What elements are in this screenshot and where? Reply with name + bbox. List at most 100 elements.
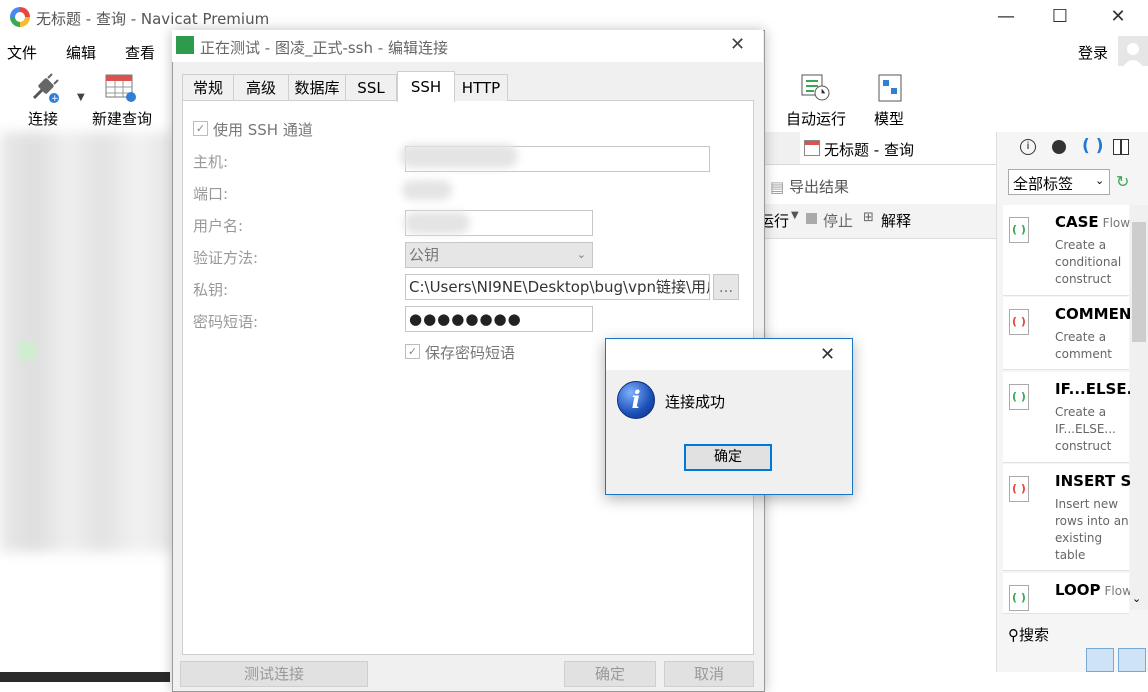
- username-redacted: [404, 212, 470, 234]
- messagebox-text: 连接成功: [665, 393, 726, 411]
- export-icon: ▤: [770, 178, 789, 196]
- status-bar: [0, 672, 170, 682]
- save-passphrase-checkbox[interactable]: ✓: [405, 344, 420, 359]
- code-snippet-icon[interactable]: ( ): [1082, 136, 1103, 156]
- tab-ssl[interactable]: SSL: [345, 74, 397, 101]
- maximize-button[interactable]: ☐: [1048, 6, 1072, 28]
- dialog-ok-button[interactable]: 确定: [564, 661, 656, 687]
- explain-icon: ⊞: [863, 210, 874, 225]
- navicat-logo-icon: [10, 7, 30, 27]
- menu-view[interactable]: 查看: [125, 42, 155, 63]
- port-redacted: [402, 180, 452, 200]
- connect-plug-icon[interactable]: +: [28, 72, 62, 104]
- snippet-item-loop[interactable]: ( ) LOOP Flow: [1003, 573, 1132, 614]
- private-key-label: 私钥:: [193, 281, 229, 299]
- passphrase-label: 密码短语:: [193, 313, 259, 331]
- use-ssh-checkbox[interactable]: ✓: [193, 121, 208, 136]
- panel-right-toggle[interactable]: [1118, 648, 1146, 672]
- minimize-button[interactable]: —: [994, 6, 1018, 28]
- menu-edit[interactable]: 编辑: [66, 42, 96, 63]
- tag-filter-value: 全部标签: [1013, 175, 1074, 193]
- stop-icon: [806, 213, 817, 224]
- save-passphrase-label: 保存密码短语: [425, 344, 516, 362]
- snippet-item-ifelse[interactable]: ( ) IF...ELSE... Create a IF...ELSE... c…: [1003, 372, 1144, 463]
- model-button[interactable]: 模型: [874, 108, 904, 129]
- info-icon: i: [617, 381, 655, 419]
- connect-dropdown-icon[interactable]: ▼: [77, 92, 85, 103]
- snippet-item-comment[interactable]: ( ) COMMEN Create a comment: [1003, 297, 1132, 370]
- snippet-title: LOOP Flow: [1055, 581, 1132, 599]
- snippet-desc: Insert new rows into an existing table: [1055, 497, 1129, 562]
- passphrase-input[interactable]: ●●●●●●●●: [405, 306, 593, 332]
- new-query-icon[interactable]: [104, 73, 138, 103]
- eye-icon[interactable]: [1052, 140, 1066, 154]
- connection-tree-blurred: [0, 132, 172, 672]
- snippet-title: COMMEN: [1055, 305, 1132, 323]
- snippet-file-icon: ( ): [1009, 217, 1029, 243]
- snippet-desc: Create a comment: [1055, 330, 1113, 361]
- tag-filter-select[interactable]: 全部标签 ⌄: [1008, 169, 1110, 195]
- dialog-cancel-button[interactable]: 取消: [664, 661, 754, 687]
- new-query-button[interactable]: 新建查询: [92, 108, 152, 129]
- snippet-item-case[interactable]: ( ) CASE Flow Create a conditional constr…: [1003, 205, 1131, 296]
- dialog-title: 正在测试 - 图凌_正式-ssh - 编辑连接: [200, 39, 448, 57]
- snippet-title: CASE Flow: [1055, 213, 1131, 231]
- navicat-dialog-icon: [176, 36, 194, 54]
- tab-advanced[interactable]: 高级: [233, 74, 289, 101]
- connect-button[interactable]: 连接: [28, 108, 58, 129]
- auto-run-button[interactable]: 自动运行: [786, 108, 846, 129]
- snippet-file-icon: ( ): [1009, 476, 1029, 502]
- snippet-desc: Create a IF...ELSE... construct: [1055, 405, 1116, 453]
- user-icon: [1122, 43, 1144, 68]
- dialog-close-button[interactable]: ✕: [730, 34, 745, 55]
- messagebox-close-button[interactable]: ✕: [820, 344, 835, 365]
- export-label: 导出结果: [788, 178, 849, 196]
- run-dropdown-icon[interactable]: ▼: [791, 210, 799, 221]
- login-link[interactable]: 登录: [1078, 42, 1108, 63]
- window-title: 无标题 - 查询 - Navicat Premium: [36, 10, 270, 28]
- svg-text:+: +: [51, 94, 59, 104]
- refresh-icon[interactable]: ↻: [1116, 172, 1129, 191]
- model-icon[interactable]: [876, 73, 904, 103]
- close-window-button[interactable]: ✕: [1106, 6, 1130, 28]
- messagebox-ok-button[interactable]: 确定: [684, 444, 772, 471]
- panel-left-toggle[interactable]: [1086, 648, 1114, 672]
- host-redacted: [400, 144, 518, 168]
- browse-key-button[interactable]: ...: [713, 274, 739, 300]
- snippet-file-icon: ( ): [1009, 585, 1029, 611]
- auth-method-select[interactable]: 公钥 ⌄: [405, 242, 593, 268]
- messagebox-titlebar: [606, 339, 852, 370]
- query-table-icon: [804, 140, 820, 156]
- snippet-title: INSERT Sy: [1055, 472, 1142, 490]
- info-icon[interactable]: i: [1020, 139, 1036, 155]
- test-connection-button[interactable]: 测试连接: [180, 661, 368, 687]
- auth-method-value: 公钥: [409, 246, 440, 264]
- host-label: 主机:: [193, 153, 229, 171]
- snippet-search[interactable]: ⚲搜索: [1008, 624, 1049, 645]
- avatar[interactable]: [1118, 36, 1148, 68]
- menu-file[interactable]: 文件: [7, 42, 37, 63]
- editor-tab-label: 无标题 - 查询: [824, 141, 914, 159]
- export-results-button[interactable]: ▤ 导出结果: [770, 176, 849, 197]
- auto-run-icon[interactable]: [800, 73, 832, 103]
- snippet-item-insert[interactable]: ( ) INSERT Sy Insert new rows into an ex…: [1003, 464, 1141, 571]
- editor-tab[interactable]: 无标题 - 查询: [800, 132, 996, 164]
- tab-http[interactable]: HTTP: [454, 74, 508, 101]
- explain-button[interactable]: 解释: [881, 210, 911, 231]
- snippet-file-icon: ( ): [1009, 384, 1029, 410]
- private-key-input[interactable]: C:\Users\NI9NE\Desktop\bug\vpn链接\用户: [405, 274, 710, 300]
- tab-database[interactable]: 数据库: [288, 74, 346, 101]
- scroll-down-icon[interactable]: ⌄: [1132, 592, 1141, 605]
- tab-general[interactable]: 常规: [182, 74, 234, 101]
- use-ssh-label: 使用 SSH 通道: [213, 121, 313, 139]
- editor-run-toolbar: 运行 ▼ 停止 ⊞ 解释: [759, 204, 996, 239]
- snippet-file-icon: ( ): [1009, 309, 1029, 335]
- search-label: 搜索: [1019, 626, 1050, 644]
- scrollbar-thumb[interactable]: [1132, 222, 1146, 342]
- port-label: 端口:: [193, 185, 229, 203]
- username-label: 用户名:: [193, 217, 244, 235]
- search-icon: ⚲: [1008, 626, 1019, 644]
- stop-button[interactable]: 停止: [823, 210, 853, 231]
- layout-icon[interactable]: [1113, 139, 1129, 155]
- tab-ssh[interactable]: SSH: [397, 71, 455, 102]
